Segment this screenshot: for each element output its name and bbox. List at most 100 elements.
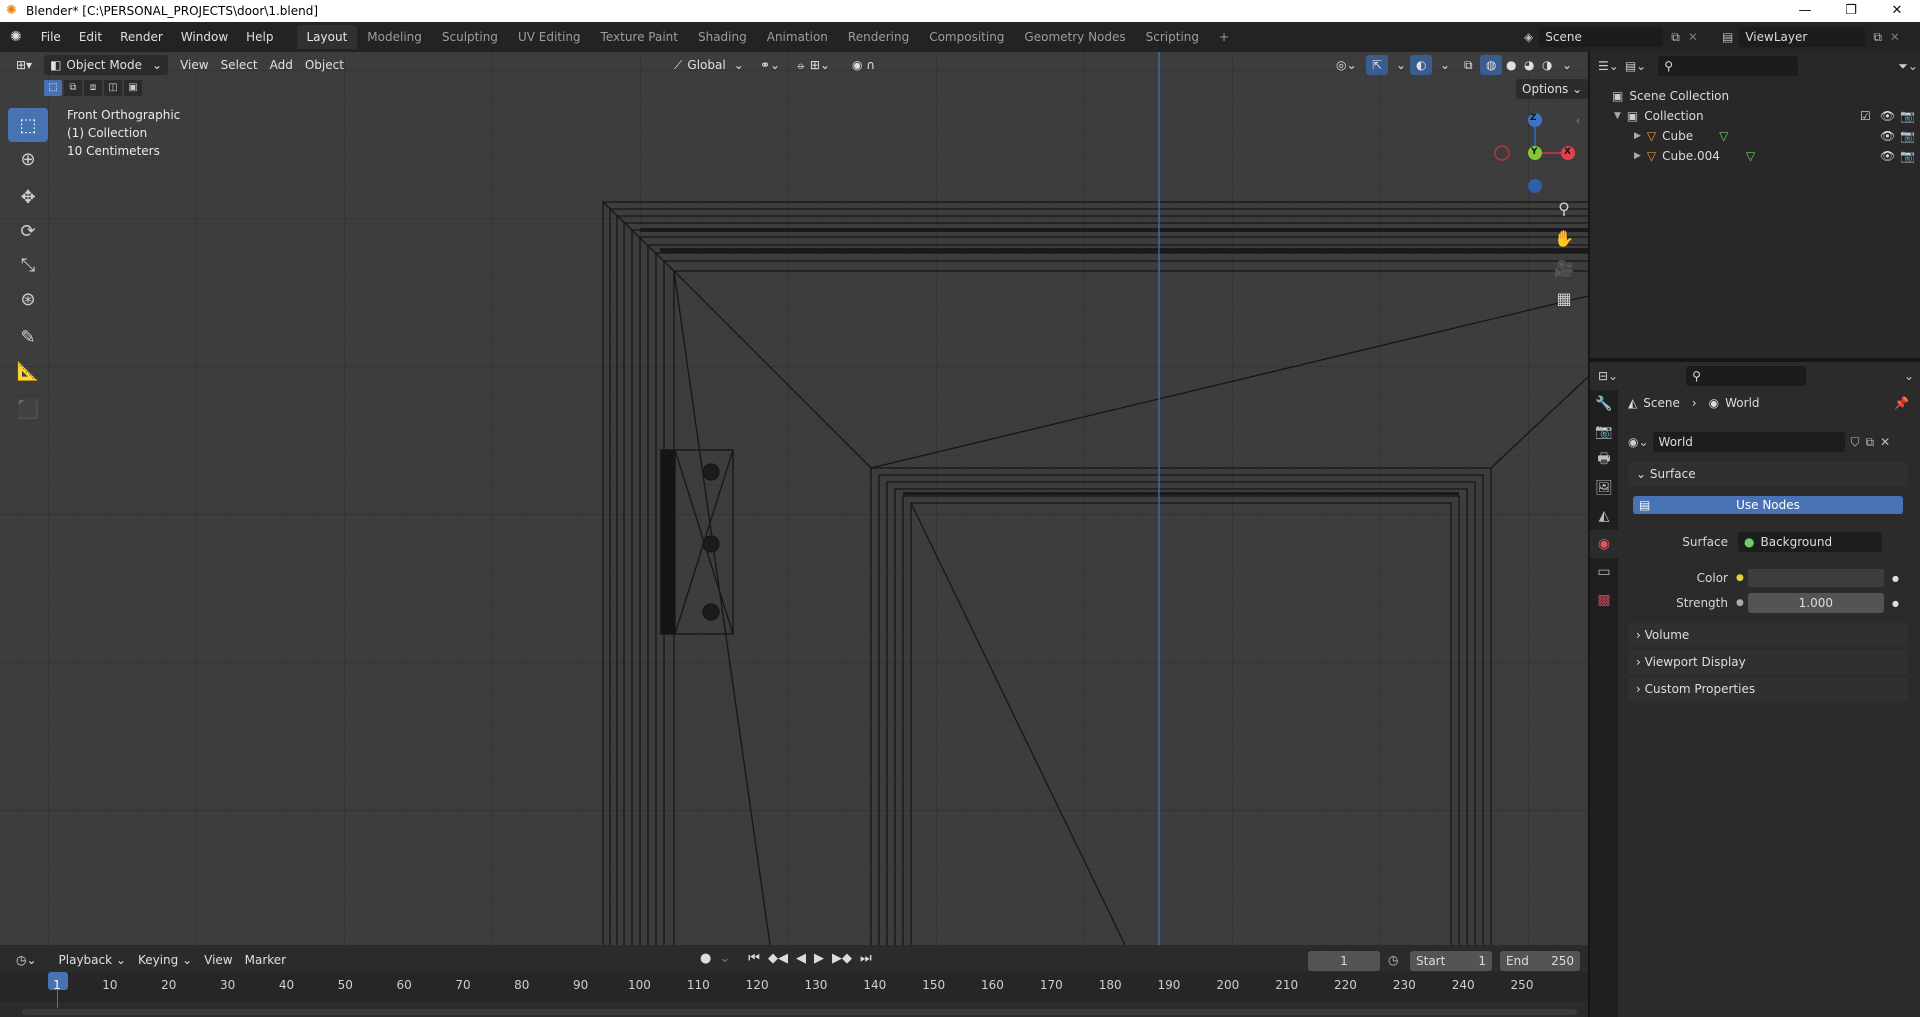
restore-icon[interactable]: ❐ [1828, 0, 1874, 22]
timeline-menu-marker[interactable]: Marker [239, 950, 292, 970]
mesh-data-icon[interactable]: ▽ [1746, 146, 1755, 166]
outliner-row-cube[interactable]: ▶ ▽ Cube ▽ 👁 📷 [1590, 126, 1920, 146]
measure-icon[interactable]: 📐 [8, 354, 48, 388]
surface-shader-field[interactable]: ● Background [1738, 532, 1882, 552]
new-scene-icon[interactable]: ⧉ [1671, 30, 1680, 45]
pivot-point-icon[interactable]: ⚭⌄ [754, 55, 786, 75]
properties-editor-type-icon[interactable]: ⊟⌄ [1598, 369, 1618, 383]
timeline-menu-keying[interactable]: Keying ⌄ [132, 950, 198, 970]
unlink-icon[interactable]: ✕ [1880, 435, 1890, 449]
gizmo-toggle-icon[interactable]: ⇱ [1366, 55, 1389, 75]
viewport-display-panel-header[interactable]: › Viewport Display [1628, 650, 1908, 674]
select-invert-icon[interactable]: ◫ [104, 80, 122, 96]
mode-dropdown[interactable]: ◧ Object Mode ⌄ [44, 55, 169, 75]
color-swatch[interactable] [1747, 569, 1884, 587]
filter-icon[interactable]: ⏷⌄ [1898, 59, 1918, 74]
checkbox-icon[interactable]: ☑ [1860, 106, 1871, 126]
chevron-down-icon[interactable]: ⌄ [1556, 55, 1578, 75]
timeline-editor-type-icon[interactable]: ◷⌄ [10, 950, 43, 970]
rotate-icon[interactable]: ⟳ [8, 214, 48, 248]
options-dropdown[interactable]: Options ⌄ [1516, 79, 1589, 99]
world-name-field[interactable]: World [1652, 432, 1845, 452]
chevron-down-icon[interactable]: ⌄ [1434, 55, 1456, 75]
scene-tab-icon[interactable]: ◭ [1590, 502, 1618, 530]
expand-arrow-icon[interactable]: ▶ [1634, 126, 1641, 146]
viewport-menu-object[interactable]: Object [299, 55, 350, 75]
new-view-layer-icon[interactable]: ⧉ [1873, 30, 1882, 45]
surface-panel-header[interactable]: ⌄ Surface [1628, 462, 1908, 486]
custom-properties-panel-header[interactable]: › Custom Properties [1628, 677, 1908, 701]
timeline-menu-view[interactable]: View [198, 950, 238, 970]
record-icon[interactable]: ● [700, 951, 711, 966]
keyframe-dot-icon[interactable]: ● [1892, 574, 1899, 583]
menu-edit[interactable]: Edit [70, 22, 111, 52]
scale-icon[interactable]: ⤡ [8, 248, 48, 282]
mesh-data-icon[interactable]: ▽ [1719, 126, 1728, 146]
select-subtract-icon[interactable]: ⧈ [84, 80, 102, 96]
transform-icon[interactable]: ⊛ [8, 282, 48, 316]
viewport-menu-select[interactable]: Select [215, 55, 264, 75]
remove-view-layer-icon[interactable]: ✕ [1890, 30, 1900, 44]
end-frame-field[interactable]: End 250 [1500, 951, 1580, 971]
menu-help[interactable]: Help [237, 22, 282, 52]
use-nodes-button[interactable]: ▤ Use Nodes [1633, 496, 1903, 514]
viewport-menu-add[interactable]: Add [264, 55, 299, 75]
select-new-icon[interactable]: ⬚ [44, 80, 62, 96]
menu-window[interactable]: Window [172, 22, 237, 52]
eye-icon[interactable]: 👁 [1880, 126, 1895, 146]
remove-scene-icon[interactable]: ✕ [1688, 30, 1698, 44]
strength-field[interactable]: 1.000 [1747, 593, 1884, 613]
snap-icon[interactable]: ⦵ ⊞⌄ [790, 55, 836, 75]
play-icon[interactable]: ▶ [814, 951, 824, 966]
outliner-row-collection[interactable]: ▼ ▣ Collection ☑ 👁 📷 [1590, 106, 1920, 126]
view-layer-tab-icon[interactable]: 🖼 [1590, 474, 1618, 502]
render-tab-icon[interactable]: 📷 [1590, 418, 1618, 446]
clock-icon[interactable]: ◷ [1388, 953, 1398, 967]
3d-viewport[interactable]: Front Orthographic (1) Collection 10 Cen… [0, 52, 1588, 945]
texture-tab-icon[interactable]: ▩ [1590, 586, 1618, 614]
tab-geometry-nodes[interactable]: Geometry Nodes [1014, 25, 1135, 49]
collection-tab-icon[interactable]: ▭ [1590, 558, 1618, 586]
annotate-icon[interactable]: ✎ [8, 320, 48, 354]
outliner-row-scene-collection[interactable]: ▣ Scene Collection [1590, 86, 1920, 106]
jump-end-icon[interactable]: ⏭ [860, 951, 872, 966]
view-layer-field[interactable]: ViewLayer [1739, 27, 1866, 47]
tab-rendering[interactable]: Rendering [838, 25, 919, 49]
tab-scripting[interactable]: Scripting [1136, 25, 1209, 49]
area-divider[interactable] [1590, 358, 1920, 362]
expand-arrow-icon[interactable]: ▶ [1634, 146, 1641, 166]
eye-icon[interactable]: 👁 [1880, 106, 1895, 126]
properties-search-input[interactable]: ⚲ [1686, 366, 1807, 386]
view-layer-selector[interactable]: ▤ ViewLayer ⧉ ✕ [1722, 27, 1900, 47]
pan-hand-icon[interactable]: ✋ [1551, 224, 1577, 254]
ortho-grid-icon[interactable]: ▦ [1551, 284, 1577, 314]
keyframe-dot-icon[interactable]: ● [1892, 599, 1899, 608]
proportional-edit-icon[interactable]: ◉ ∩ [846, 55, 881, 75]
timeline-menu-playback[interactable]: Playback ⌄ [53, 950, 132, 970]
zoom-icon[interactable]: ⚲ [1551, 194, 1577, 224]
add-cube-icon[interactable]: ⬛ [8, 392, 48, 426]
output-tab-icon[interactable]: 🖶 [1590, 446, 1618, 474]
navigation-gizmo[interactable]: Z Y X [1490, 108, 1580, 198]
start-frame-field[interactable]: Start 1 [1410, 951, 1492, 971]
viewport-menu-view[interactable]: View [174, 55, 214, 75]
expand-arrow-icon[interactable]: ▼ [1614, 106, 1621, 126]
overlays-toggle-icon[interactable]: ◐ [1410, 55, 1433, 75]
cursor-icon[interactable]: ⊕ [8, 142, 48, 176]
volume-panel-header[interactable]: › Volume [1628, 623, 1908, 647]
current-frame-field[interactable]: 1 [1308, 951, 1380, 971]
prev-keyframe-icon[interactable]: ◆◀ [768, 951, 788, 966]
tab-shading[interactable]: Shading [688, 25, 757, 49]
visibility-icon[interactable]: ◎⌄ [1330, 55, 1363, 75]
scene-selector[interactable]: ◈ Scene ⧉ ✕ [1524, 27, 1698, 47]
editor-type-icon[interactable]: ⊞▾ [10, 55, 38, 75]
camera-icon[interactable]: 📷 [1900, 146, 1915, 166]
play-reverse-icon[interactable]: ◀ [796, 951, 806, 966]
tab-texture-paint[interactable]: Texture Paint [591, 25, 688, 49]
scene-field[interactable]: Scene [1539, 27, 1664, 47]
sidebar-toggle-icon[interactable]: ‹ [1576, 116, 1580, 127]
camera-icon[interactable]: 📷 [1900, 126, 1915, 146]
world-tab-icon[interactable]: ◉ [1590, 530, 1618, 558]
tab-sculpting[interactable]: Sculpting [432, 25, 508, 49]
select-box-icon[interactable]: ⬚ [8, 108, 48, 142]
